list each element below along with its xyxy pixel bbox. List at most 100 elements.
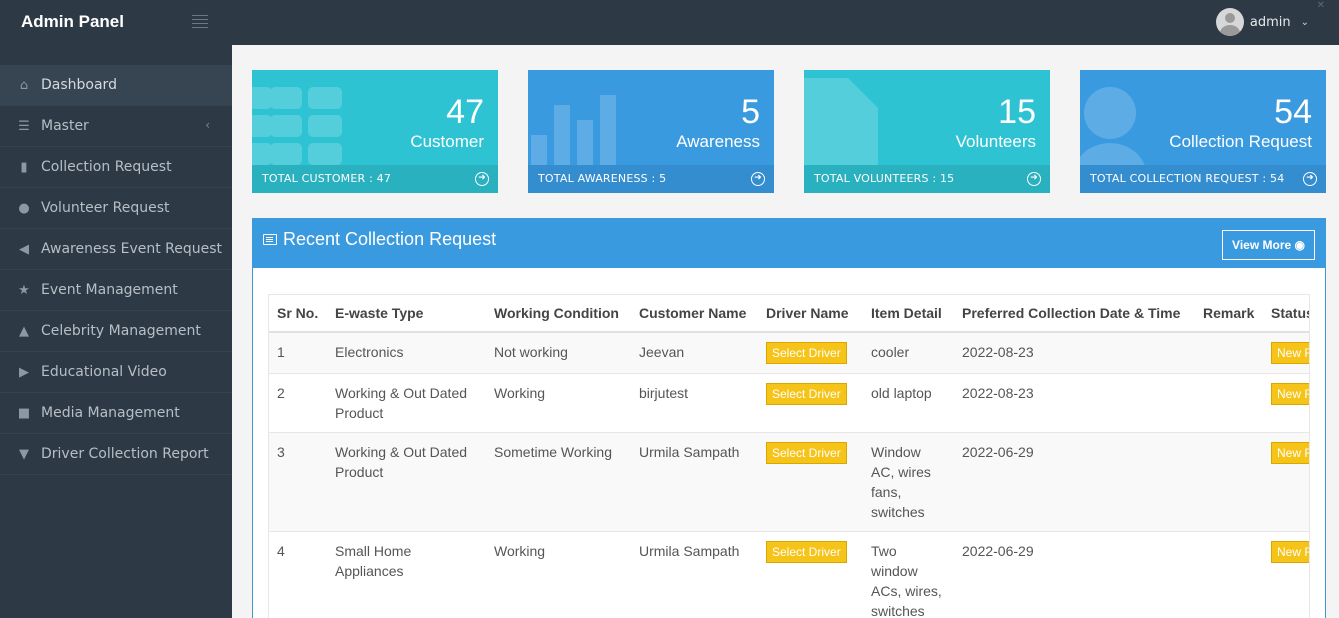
column-header: Remark (1195, 295, 1263, 333)
filter-icon: ▼ (19, 446, 29, 462)
sidebar-item-label: Dashboard (41, 77, 117, 93)
sidebar-item-label: Media Management (41, 405, 180, 421)
sidebar: ⌂ Dashboard ☰ Master ‹ ▮ Collection Requ… (0, 45, 232, 618)
cell-status: New Request (1263, 331, 1309, 374)
sidebar-item-volunteer-request[interactable]: ● Volunteer Request (0, 188, 232, 229)
home-icon: ⌂ (19, 77, 29, 93)
column-header: Preferred Collection Date & Time (954, 295, 1195, 333)
stat-label: Collection Request (1169, 132, 1312, 151)
cell-condition: Sometime Working (486, 432, 631, 532)
list-icon: ☰ (18, 118, 30, 134)
view-more-button[interactable]: View More ◉ (1222, 230, 1315, 260)
cell-status: New Request (1263, 432, 1309, 532)
stat-footer[interactable]: TOTAL AWARENESS : 5 ➜ (528, 165, 774, 193)
table-row: 1 Electronics Not working Jeevan Select … (269, 331, 1309, 374)
cell-remark (1195, 432, 1263, 532)
sidebar-item-media-management[interactable]: ■ Media Management (0, 393, 232, 434)
recent-collection-panel: Recent Collection Request View More ◉ Sr… (252, 218, 1326, 618)
flask-icon: ▲ (19, 323, 29, 339)
sidebar-item-celebrity-management[interactable]: ▲ Celebrity Management (0, 311, 232, 352)
cell-remark (1195, 373, 1263, 433)
stat-footer-text: TOTAL CUSTOMER : 47 (262, 172, 392, 185)
cell-type: Working & Out Dated Product (327, 432, 486, 532)
sidebar-item-label: Awareness Event Request (41, 241, 223, 257)
select-driver-button[interactable]: Select Driver (766, 541, 847, 563)
table-row: 4 Small Home Appliances Working Urmila S… (269, 531, 1309, 618)
cell-customer: Urmila Sampath (631, 432, 758, 532)
status-badge[interactable]: New Request (1271, 442, 1309, 464)
play-icon: ▶ (19, 364, 29, 380)
cell-date: 2022-06-29 (954, 432, 1195, 532)
newspaper-icon (263, 234, 277, 245)
stat-footer-text: TOTAL AWARENESS : 5 (538, 172, 667, 185)
sidebar-item-collection-request[interactable]: ▮ Collection Request (0, 147, 232, 188)
sidebar-item-master[interactable]: ☰ Master ‹ (0, 106, 232, 147)
cell-type: Small Home Appliances (327, 531, 486, 618)
stat-footer[interactable]: TOTAL COLLECTION REQUEST : 54 ➜ (1080, 165, 1326, 193)
arrow-circle-right-icon: ➜ (751, 172, 765, 186)
main-content: 47 Customer TOTAL CUSTOMER : 47 ➜ 5 Awar… (232, 45, 1339, 618)
cell-date: 2022-06-29 (954, 531, 1195, 618)
collection-table: Sr No. E-waste Type Working Condition Cu… (269, 295, 1309, 618)
select-driver-button[interactable]: Select Driver (766, 342, 847, 364)
sidebar-item-awareness-event-request[interactable]: ◀ Awareness Event Request (0, 229, 232, 270)
stat-card-awareness[interactable]: 5 Awareness TOTAL AWARENESS : 5 ➜ (528, 70, 774, 193)
stat-footer-text: TOTAL COLLECTION REQUEST : 54 (1090, 172, 1285, 185)
table-header-row: Sr No. E-waste Type Working Condition Cu… (269, 295, 1309, 333)
stat-label: Awareness (676, 132, 760, 151)
cell-sr: 2 (269, 373, 327, 433)
cell-driver: Select Driver (758, 531, 863, 618)
eye-icon: ◉ (1294, 238, 1305, 252)
column-header: Working Condition (486, 295, 631, 333)
select-driver-button[interactable]: Select Driver (766, 442, 847, 464)
volume-icon: ◀ (19, 241, 29, 257)
panel-title-text: Recent Collection Request (283, 229, 497, 249)
cell-date: 2022-08-23 (954, 373, 1195, 433)
sidebar-item-dashboard[interactable]: ⌂ Dashboard (0, 65, 232, 106)
stat-card-volunteers[interactable]: 15 Volunteers TOTAL VOLUNTEERS : 15 ➜ (804, 70, 1050, 193)
cell-item: cooler (863, 331, 954, 374)
file-icon (804, 78, 878, 178)
select-driver-button[interactable]: Select Driver (766, 383, 847, 405)
video-camera-icon: ■ (17, 405, 31, 421)
stat-footer[interactable]: TOTAL CUSTOMER : 47 ➜ (252, 165, 498, 193)
avatar (1215, 8, 1244, 36)
app-title[interactable]: Admin Panel (21, 12, 124, 32)
sidebar-item-event-management[interactable]: ★ Event Management (0, 270, 232, 311)
cell-status: New Request (1263, 531, 1309, 618)
stat-value: 47 (446, 93, 484, 131)
user-name: admin (1249, 14, 1291, 30)
sidebar-item-label: Driver Collection Report (41, 446, 209, 462)
chevron-left-icon: ‹ (205, 118, 210, 132)
users-icon: ● (18, 200, 30, 216)
sidebar-item-label: Volunteer Request (41, 200, 170, 216)
user-menu[interactable]: admin ⌄ (1215, 8, 1309, 36)
status-badge[interactable]: New Request (1271, 541, 1309, 563)
cell-remark (1195, 331, 1263, 374)
status-badge[interactable]: New Request (1271, 383, 1309, 405)
cell-sr: 3 (269, 432, 327, 532)
sidebar-item-label: Celebrity Management (41, 323, 201, 339)
cell-condition: Not working (486, 331, 631, 374)
cell-item: Two window ACs, wires, switches (863, 531, 954, 618)
cell-customer: birjutest (631, 373, 758, 433)
collection-table-wrapper[interactable]: Sr No. E-waste Type Working Condition Cu… (268, 294, 1310, 618)
close-icon[interactable]: ✕ (1317, 0, 1325, 11)
stat-footer[interactable]: TOTAL VOLUNTEERS : 15 ➜ (804, 165, 1050, 193)
cell-type: Electronics (327, 331, 486, 374)
stat-label: Customer (410, 132, 484, 151)
status-badge[interactable]: New Request (1271, 342, 1309, 364)
sidebar-item-educational-video[interactable]: ▶ Educational Video (0, 352, 232, 393)
table-row: 3 Working & Out Dated Product Sometime W… (269, 432, 1309, 532)
cell-driver: Select Driver (758, 373, 863, 433)
stat-card-customer[interactable]: 47 Customer TOTAL CUSTOMER : 47 ➜ (252, 70, 498, 193)
sidebar-item-driver-collection-report[interactable]: ▼ Driver Collection Report (0, 434, 232, 475)
cell-customer: Urmila Sampath (631, 531, 758, 618)
menu-toggle-icon[interactable] (192, 15, 208, 29)
panel-title: Recent Collection Request (263, 229, 496, 250)
column-header: Customer Name (631, 295, 758, 333)
cell-condition: Working (486, 373, 631, 433)
stat-card-collection-request[interactable]: 54 Collection Request TOTAL COLLECTION R… (1080, 70, 1326, 193)
chevron-down-icon: ⌄ (1300, 16, 1309, 28)
column-header: E-waste Type (327, 295, 486, 333)
